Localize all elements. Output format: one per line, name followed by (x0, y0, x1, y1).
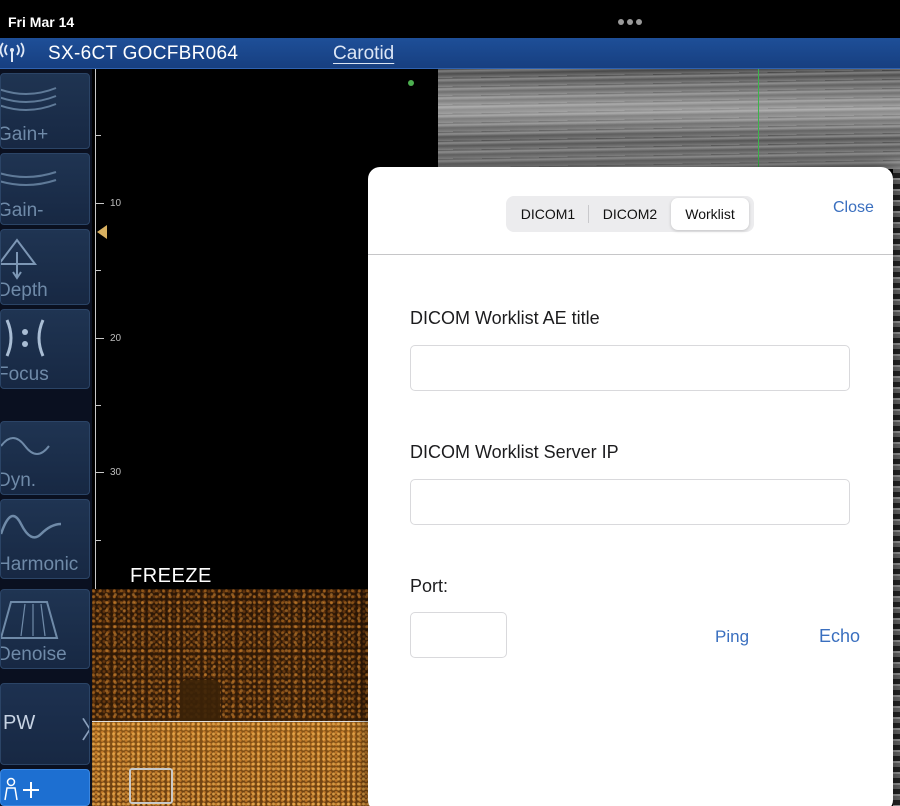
dialog-header: DICOM1 DICOM2 Worklist Close (368, 167, 893, 255)
exam-preset-link[interactable]: Carotid (333, 43, 394, 65)
probe-icon[interactable] (129, 768, 173, 804)
wireless-probe-icon (0, 42, 25, 62)
dynamic-range-icon (1, 437, 50, 455)
device-name: SX-6CT GOCFBR064 (48, 43, 239, 64)
freeze-indicator: FREEZE (130, 565, 212, 587)
scale-tick (96, 338, 104, 339)
scale-tick (96, 203, 104, 204)
doppler-peak (180, 680, 220, 725)
b-mode-image-edge (893, 169, 900, 806)
ae-title-input[interactable] (410, 345, 850, 391)
gain-down-button[interactable]: Gain- (0, 153, 90, 225)
status-bar: Fri Mar 14 (0, 0, 900, 38)
scale-label-20: 20 (110, 333, 122, 344)
harmonic-icon (1, 514, 62, 539)
depth-scale (95, 69, 96, 589)
focus-button[interactable]: Focus (0, 309, 90, 389)
dicom-tab-control: DICOM1 DICOM2 Worklist (506, 196, 754, 232)
dicom-settings-dialog: DICOM1 DICOM2 Worklist Close DICOM Workl… (368, 167, 893, 806)
ae-title-label: DICOM Worklist AE title (410, 308, 600, 328)
depth-icon (1, 238, 37, 280)
multitasking-dots-icon[interactable] (618, 19, 642, 25)
tab-dicom2[interactable]: DICOM2 (589, 198, 671, 230)
denoise-button[interactable]: Denoise (0, 589, 90, 669)
sample-line (758, 69, 759, 169)
scale-tick (96, 405, 101, 406)
server-ip-input[interactable] (410, 479, 850, 525)
harmonic-button[interactable]: Harmonic (0, 499, 90, 579)
scale-tick (96, 472, 104, 473)
denoise-icon (1, 601, 59, 639)
chevron-right-icon: 〉 (81, 710, 89, 745)
scale-label-30: 30 (110, 467, 122, 478)
pw-mode-button[interactable]: PW 〉 (0, 683, 90, 765)
dynamic-range-button[interactable]: Dyn. (0, 421, 90, 495)
echo-button[interactable]: Echo (819, 626, 860, 647)
gain-down-icon (1, 171, 57, 186)
orientation-marker (408, 80, 414, 86)
tab-worklist[interactable]: Worklist (671, 198, 749, 230)
server-ip-label: DICOM Worklist Server IP (410, 442, 619, 462)
status-date: Fri Mar 14 (8, 14, 75, 30)
scale-tick (96, 540, 101, 541)
port-label: Port: (410, 576, 449, 596)
doppler-baseline (92, 721, 370, 722)
gain-up-icon (1, 87, 57, 111)
b-mode-image[interactable] (438, 69, 900, 169)
focus-icon (5, 319, 45, 357)
scale-label-10: 10 (110, 198, 122, 209)
close-button[interactable]: Close (833, 199, 874, 217)
add-patient-icon (4, 777, 39, 801)
gain-up-button[interactable]: Gain+ (0, 73, 90, 149)
port-input[interactable] (410, 612, 507, 658)
scale-tick (96, 135, 101, 136)
focus-depth-marker-icon[interactable] (97, 225, 107, 239)
scale-tick (96, 270, 101, 271)
depth-button[interactable]: Depth (0, 229, 90, 305)
control-panel: Gain+ Gain- Depth Focus Dyn. Harmonic De… (0, 69, 92, 806)
ping-button[interactable]: Ping (715, 627, 749, 647)
patient-add-button[interactable] (0, 769, 90, 806)
tab-dicom1[interactable]: DICOM1 (508, 198, 588, 230)
title-bar: SX-6CT GOCFBR064 Carotid (0, 38, 900, 69)
